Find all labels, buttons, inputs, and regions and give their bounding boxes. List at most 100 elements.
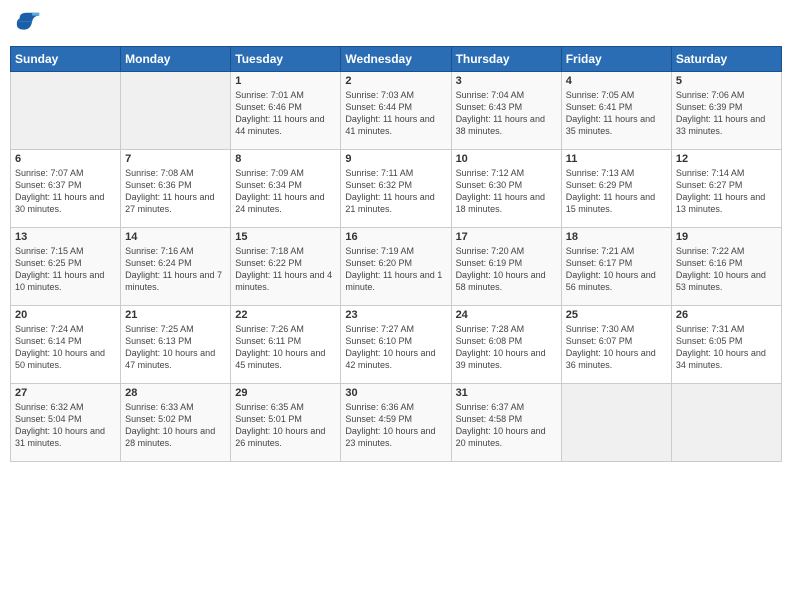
weekday-header-friday: Friday [561, 47, 671, 72]
calendar-cell: 8 Sunrise: 7:09 AM Sunset: 6:34 PM Daylig… [231, 150, 341, 228]
calendar-cell: 3 Sunrise: 7:04 AM Sunset: 6:43 PM Daylig… [451, 72, 561, 150]
day-number: 26 [676, 309, 777, 321]
calendar-table: SundayMondayTuesdayWednesdayThursdayFrid… [10, 46, 782, 462]
day-info: Sunrise: 6:35 AM Sunset: 5:01 PM Dayligh… [235, 401, 336, 450]
day-number: 14 [125, 231, 226, 243]
calendar-cell: 12 Sunrise: 7:14 AM Sunset: 6:27 PM Dayli… [671, 150, 781, 228]
weekday-header-monday: Monday [121, 47, 231, 72]
calendar-cell: 25Sunrise: 7:30 AM Sunset: 6:07 PM Dayli… [561, 306, 671, 384]
day-number: 21 [125, 309, 226, 321]
calendar-cell: 9Sunrise: 7:11 AM Sunset: 6:32 PM Daylig… [341, 150, 451, 228]
day-number: 20 [15, 309, 116, 321]
calendar-cell: 28 Sunrise: 6:33 AM Sunset: 5:02 PM Dayli… [121, 384, 231, 462]
day-info: Sunrise: 7:08 AM Sunset: 6:36 PM Dayligh… [125, 167, 226, 216]
day-info: Sunrise: 7:01 AM Sunset: 6:46 PM Dayligh… [235, 89, 336, 138]
calendar-cell: 19 Sunrise: 7:22 AM Sunset: 6:16 PM Dayli… [671, 228, 781, 306]
day-number: 17 [456, 231, 557, 243]
day-number: 19 [676, 231, 777, 243]
logo-icon [14, 10, 42, 38]
calendar-cell: 20 Sunrise: 7:24 AM Sunset: 6:14 PM Dayli… [11, 306, 121, 384]
calendar-cell: 5 Sunrise: 7:06 AM Sunset: 6:39 PM Daylig… [671, 72, 781, 150]
calendar-cell: 14 Sunrise: 7:16 AM Sunset: 6:24 PM Dayli… [121, 228, 231, 306]
weekday-header-sunday: Sunday [11, 47, 121, 72]
day-info: Sunrise: 7:24 AM Sunset: 6:14 PM Dayligh… [15, 323, 116, 372]
day-number: 1 [235, 75, 336, 87]
day-number: 28 [125, 387, 226, 399]
day-info: Sunrise: 7:06 AM Sunset: 6:39 PM Dayligh… [676, 89, 777, 138]
calendar-cell: 17 Sunrise: 7:20 AM Sunset: 6:19 PM Dayli… [451, 228, 561, 306]
weekday-header-thursday: Thursday [451, 47, 561, 72]
day-number: 13 [15, 231, 116, 243]
day-info: Sunrise: 7:03 AM Sunset: 6:44 PM Dayligh… [345, 89, 446, 138]
day-info: Sunrise: 7:12 AM Sunset: 6:30 PM Dayligh… [456, 167, 557, 216]
calendar-cell: 23 Sunrise: 7:27 AM Sunset: 6:10 PM Dayli… [341, 306, 451, 384]
day-info: Sunrise: 7:14 AM Sunset: 6:27 PM Dayligh… [676, 167, 777, 216]
calendar-cell: 4 Sunrise: 7:05 AM Sunset: 6:41 PM Daylig… [561, 72, 671, 150]
day-number: 7 [125, 153, 226, 165]
day-info: Sunrise: 7:05 AM Sunset: 6:41 PM Dayligh… [566, 89, 667, 138]
weekday-header-wednesday: Wednesday [341, 47, 451, 72]
calendar-cell [561, 384, 671, 462]
calendar-week-3: 13Sunrise: 7:15 AM Sunset: 6:25 PM Dayli… [11, 228, 782, 306]
calendar-cell: 31Sunrise: 6:37 AM Sunset: 4:58 PM Dayli… [451, 384, 561, 462]
day-info: Sunrise: 7:18 AM Sunset: 6:22 PM Dayligh… [235, 245, 336, 294]
day-info: Sunrise: 7:31 AM Sunset: 6:05 PM Dayligh… [676, 323, 777, 372]
day-number: 5 [676, 75, 777, 87]
day-info: Sunrise: 7:11 AM Sunset: 6:32 PM Dayligh… [345, 167, 446, 216]
calendar-cell: 26 Sunrise: 7:31 AM Sunset: 6:05 PM Dayli… [671, 306, 781, 384]
calendar-week-1: 1 Sunrise: 7:01 AM Sunset: 6:46 PM Daylig… [11, 72, 782, 150]
day-number: 2 [345, 75, 446, 87]
calendar-cell: 18 Sunrise: 7:21 AM Sunset: 6:17 PM Dayli… [561, 228, 671, 306]
calendar-cell [671, 384, 781, 462]
calendar-week-4: 20 Sunrise: 7:24 AM Sunset: 6:14 PM Dayli… [11, 306, 782, 384]
page-header [10, 10, 782, 38]
weekday-header-tuesday: Tuesday [231, 47, 341, 72]
logo [14, 10, 44, 38]
calendar-cell: 10 Sunrise: 7:12 AM Sunset: 6:30 PM Dayli… [451, 150, 561, 228]
day-number: 6 [15, 153, 116, 165]
calendar-cell: 7 Sunrise: 7:08 AM Sunset: 6:36 PM Daylig… [121, 150, 231, 228]
day-number: 23 [345, 309, 446, 321]
calendar-cell: 29 Sunrise: 6:35 AM Sunset: 5:01 PM Dayli… [231, 384, 341, 462]
day-info: Sunrise: 7:20 AM Sunset: 6:19 PM Dayligh… [456, 245, 557, 294]
calendar-cell: 13Sunrise: 7:15 AM Sunset: 6:25 PM Dayli… [11, 228, 121, 306]
day-number: 10 [456, 153, 557, 165]
day-number: 24 [456, 309, 557, 321]
day-number: 29 [235, 387, 336, 399]
day-number: 8 [235, 153, 336, 165]
day-info: Sunrise: 7:16 AM Sunset: 6:24 PM Dayligh… [125, 245, 226, 294]
calendar-cell [11, 72, 121, 150]
day-info: Sunrise: 7:13 AM Sunset: 6:29 PM Dayligh… [566, 167, 667, 216]
calendar-cell: 1 Sunrise: 7:01 AM Sunset: 6:46 PM Daylig… [231, 72, 341, 150]
day-info: Sunrise: 6:32 AM Sunset: 5:04 PM Dayligh… [15, 401, 116, 450]
weekday-header-saturday: Saturday [671, 47, 781, 72]
day-info: Sunrise: 7:27 AM Sunset: 6:10 PM Dayligh… [345, 323, 446, 372]
day-info: Sunrise: 7:09 AM Sunset: 6:34 PM Dayligh… [235, 167, 336, 216]
calendar-cell: 16Sunrise: 7:19 AM Sunset: 6:20 PM Dayli… [341, 228, 451, 306]
day-number: 27 [15, 387, 116, 399]
day-info: Sunrise: 6:37 AM Sunset: 4:58 PM Dayligh… [456, 401, 557, 450]
day-info: Sunrise: 7:04 AM Sunset: 6:43 PM Dayligh… [456, 89, 557, 138]
calendar-cell [121, 72, 231, 150]
day-number: 25 [566, 309, 667, 321]
calendar-cell: 21Sunrise: 7:25 AM Sunset: 6:13 PM Dayli… [121, 306, 231, 384]
day-number: 22 [235, 309, 336, 321]
calendar-cell: 22 Sunrise: 7:26 AM Sunset: 6:11 PM Dayli… [231, 306, 341, 384]
calendar-cell: 30Sunrise: 6:36 AM Sunset: 4:59 PM Dayli… [341, 384, 451, 462]
calendar-cell: 11Sunrise: 7:13 AM Sunset: 6:29 PM Dayli… [561, 150, 671, 228]
day-number: 16 [345, 231, 446, 243]
calendar-cell: 15 Sunrise: 7:18 AM Sunset: 6:22 PM Dayli… [231, 228, 341, 306]
day-info: Sunrise: 7:21 AM Sunset: 6:17 PM Dayligh… [566, 245, 667, 294]
day-number: 3 [456, 75, 557, 87]
day-number: 15 [235, 231, 336, 243]
day-info: Sunrise: 7:07 AM Sunset: 6:37 PM Dayligh… [15, 167, 116, 216]
calendar-cell: 24Sunrise: 7:28 AM Sunset: 6:08 PM Dayli… [451, 306, 561, 384]
day-number: 12 [676, 153, 777, 165]
day-number: 4 [566, 75, 667, 87]
day-info: Sunrise: 7:26 AM Sunset: 6:11 PM Dayligh… [235, 323, 336, 372]
day-number: 18 [566, 231, 667, 243]
calendar-week-5: 27 Sunrise: 6:32 AM Sunset: 5:04 PM Dayli… [11, 384, 782, 462]
day-info: Sunrise: 6:33 AM Sunset: 5:02 PM Dayligh… [125, 401, 226, 450]
weekday-header-row: SundayMondayTuesdayWednesdayThursdayFrid… [11, 47, 782, 72]
day-info: Sunrise: 7:22 AM Sunset: 6:16 PM Dayligh… [676, 245, 777, 294]
